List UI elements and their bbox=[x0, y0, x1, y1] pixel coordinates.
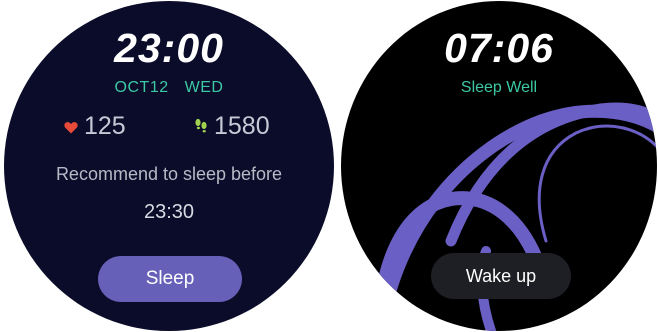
stats-row: 125 1580 bbox=[4, 112, 334, 142]
steps-stat: 1580 bbox=[194, 112, 270, 141]
sleep-well-label: Sleep Well bbox=[460, 79, 538, 96]
heart-rate-value: 125 bbox=[84, 112, 126, 140]
weekday-label: WED bbox=[184, 79, 224, 96]
footsteps-icon bbox=[194, 112, 208, 141]
heart-icon bbox=[64, 112, 78, 141]
heart-rate-stat: 125 bbox=[64, 112, 126, 141]
recommend-text: Recommend to sleep before bbox=[55, 164, 283, 184]
date-row: OCT12 WED bbox=[4, 79, 334, 97]
clock-time: 23:00 bbox=[114, 25, 224, 71]
watch-face-sleep-reminder: 23:00 OCT12 WED 125 1580 Recommend to sl… bbox=[4, 1, 334, 331]
wake-up-button[interactable]: Wake up bbox=[431, 253, 571, 299]
clock-time: 07:06 bbox=[444, 25, 554, 71]
sleep-button[interactable]: Sleep bbox=[98, 256, 242, 302]
watch-face-wake-up: 07:06 Sleep Well Wake up bbox=[341, 1, 657, 331]
recommended-sleep-time: 23:30 bbox=[143, 201, 195, 223]
steps-value: 1580 bbox=[214, 112, 270, 140]
date-label: OCT12 bbox=[114, 79, 169, 96]
screen: 23:00 OCT12 WED 125 1580 Recommend to sl… bbox=[0, 0, 658, 332]
